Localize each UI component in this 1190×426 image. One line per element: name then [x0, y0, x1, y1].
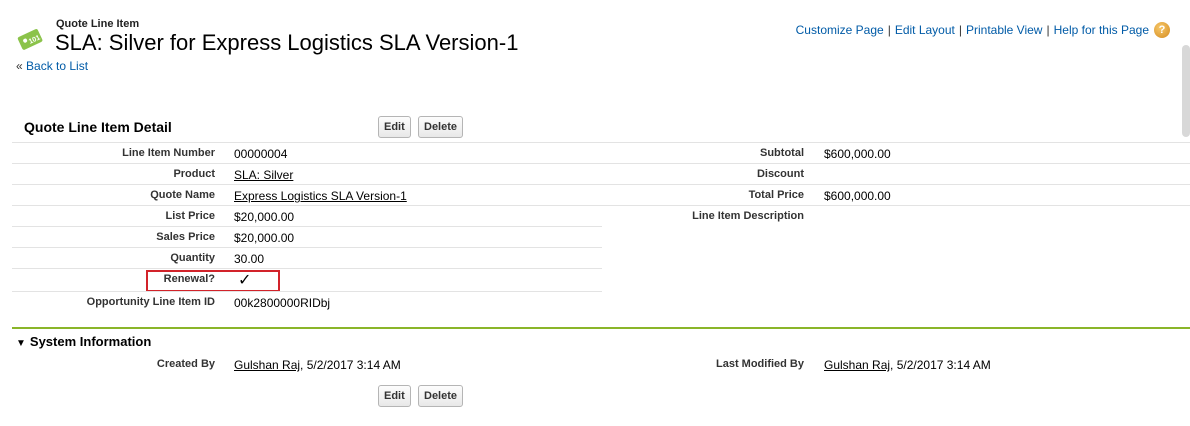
- back-to-list-link[interactable]: « Back to List: [16, 59, 88, 73]
- divider: [12, 247, 602, 248]
- edit-layout-link[interactable]: Edit Layout: [895, 23, 955, 37]
- printable-view-link[interactable]: Printable View: [966, 23, 1043, 37]
- field-value: 30.00: [234, 252, 265, 266]
- field-label: Total Price: [748, 189, 804, 201]
- field-label: Discount: [756, 168, 804, 180]
- quote-name-link[interactable]: Express Logistics SLA Version-1: [234, 189, 407, 203]
- field-label: Line Item Number: [122, 147, 215, 159]
- field-label: Quantity: [170, 252, 215, 264]
- entity-type-label: Quote Line Item: [56, 18, 140, 30]
- back-prefix: «: [16, 59, 23, 73]
- divider: [12, 226, 602, 227]
- edit-button[interactable]: Edit: [378, 116, 411, 138]
- divider: [602, 205, 1190, 206]
- delete-button[interactable]: Delete: [418, 116, 464, 138]
- field-label: Subtotal: [760, 147, 804, 159]
- divider: [602, 184, 1190, 185]
- divider: [12, 142, 1190, 143]
- field-value: $600,000.00: [824, 147, 891, 161]
- field-label: Quote Name: [150, 189, 215, 201]
- system-info-toggle[interactable]: ▼ System Information: [16, 334, 151, 349]
- customize-page-link[interactable]: Customize Page: [796, 23, 884, 37]
- price-tag-icon: 101: [17, 29, 43, 50]
- scrollbar[interactable]: [1182, 45, 1190, 137]
- separator: |: [1046, 23, 1050, 37]
- page-title: SLA: Silver for Express Logistics SLA Ve…: [55, 30, 519, 55]
- field-label: Sales Price: [156, 231, 215, 243]
- help-icon[interactable]: ?: [1154, 22, 1170, 38]
- checkmark-icon: ✓: [238, 272, 252, 289]
- field-label: List Price: [165, 210, 215, 222]
- divider: [12, 184, 602, 185]
- product-link[interactable]: SLA: Silver: [234, 168, 293, 182]
- field-value: 00000004: [234, 147, 288, 161]
- field-label: Product: [173, 168, 215, 180]
- modified-by-date: , 5/2/2017 3:14 AM: [890, 358, 991, 372]
- field-value: 00k2800000RIDbj: [234, 296, 331, 310]
- created-by-value: Gulshan Raj, 5/2/2017 3:14 AM: [234, 358, 401, 372]
- modified-by-user-link[interactable]: Gulshan Raj: [824, 358, 890, 372]
- back-link-label[interactable]: Back to List: [26, 59, 88, 73]
- divider: [12, 268, 602, 269]
- divider: [12, 291, 602, 292]
- divider: [12, 163, 602, 164]
- field-label: Renewal?: [163, 273, 215, 285]
- field-label: Opportunity Line Item ID: [86, 296, 215, 308]
- created-by-user-link[interactable]: Gulshan Raj: [234, 358, 300, 372]
- help-link[interactable]: Help for this Page: [1054, 23, 1149, 37]
- field-value: $20,000.00: [234, 231, 295, 245]
- section-rule: [12, 327, 1190, 329]
- separator: |: [887, 23, 891, 37]
- created-by-label: Created By: [156, 358, 215, 370]
- field-value: $600,000.00: [824, 189, 891, 203]
- field-value: $20,000.00: [234, 210, 295, 224]
- divider: [602, 163, 1190, 164]
- separator: |: [958, 23, 962, 37]
- system-info-title: System Information: [29, 334, 152, 349]
- divider: [12, 205, 602, 206]
- last-modified-by-value: Gulshan Raj, 5/2/2017 3:14 AM: [824, 358, 991, 372]
- detail-section-title: Quote Line Item Detail: [24, 119, 172, 135]
- page-utility-links: Customize Page | Edit Layout | Printable…: [796, 22, 1170, 38]
- field-label: Line Item Description: [692, 210, 804, 222]
- edit-button-bottom[interactable]: Edit: [378, 385, 411, 407]
- last-modified-by-label: Last Modified By: [715, 358, 804, 370]
- delete-button-bottom[interactable]: Delete: [418, 385, 464, 407]
- created-by-date: , 5/2/2017 3:14 AM: [300, 358, 401, 372]
- collapse-triangle-icon[interactable]: ▼: [16, 338, 26, 349]
